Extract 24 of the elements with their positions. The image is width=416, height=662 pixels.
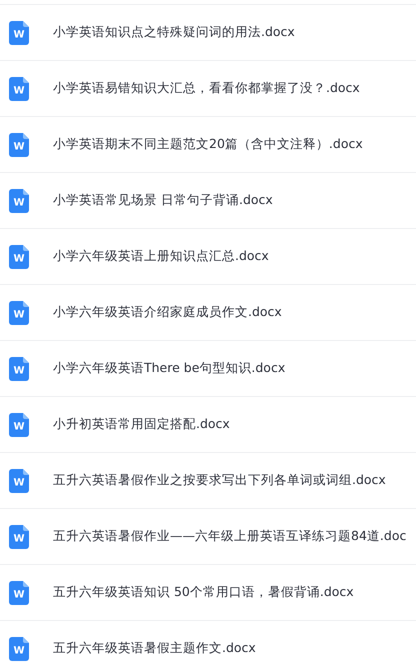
file-name[interactable]: 小升初英语常用固定搭配.docx xyxy=(53,416,230,433)
word-document-icon: W xyxy=(9,636,29,660)
word-document-icon: W xyxy=(9,132,29,156)
word-document-icon: W xyxy=(9,412,29,436)
file-name[interactable]: 小学六年级英语上册知识点汇总.docx xyxy=(53,248,269,265)
file-name[interactable]: 小学英语常见场景 日常句子背诵.docx xyxy=(53,192,273,209)
word-document-icon: W xyxy=(9,468,29,492)
word-document-icon: W xyxy=(9,524,29,548)
word-document-icon: W xyxy=(9,300,29,324)
word-document-icon: W xyxy=(9,244,29,268)
file-name[interactable]: 五升六英语暑假作业之按要求写出下列各单词或词组.docx xyxy=(53,472,386,489)
file-name[interactable]: 小学英语期末不同主题范文20篇（含中文注释）.docx xyxy=(53,136,363,153)
word-document-icon: W xyxy=(9,580,29,604)
file-name[interactable]: 五升六英语暑假作业——六年级上册英语互译练习题84道.doc xyxy=(53,528,406,545)
word-document-icon: W xyxy=(9,76,29,100)
file-name[interactable]: 小学英语知识点之特殊疑问词的用法.docx xyxy=(53,24,295,41)
word-document-icon: W xyxy=(9,356,29,380)
file-name[interactable]: 小学英语易错知识大汇总，看看你都掌握了没？.docx xyxy=(53,80,360,97)
file-name[interactable]: 五升六年级英语知识 50个常用口语，暑假背诵.docx xyxy=(53,584,354,601)
file-name[interactable]: 小学六年级英语There be句型知识.docx xyxy=(53,360,286,377)
word-document-icon: W xyxy=(9,20,29,44)
word-document-icon: W xyxy=(9,188,29,212)
file-name[interactable]: 五升六年级英语暑假主题作文.docx xyxy=(53,640,256,657)
file-name[interactable]: 小学六年级英语介绍家庭成员作文.docx xyxy=(53,304,282,321)
